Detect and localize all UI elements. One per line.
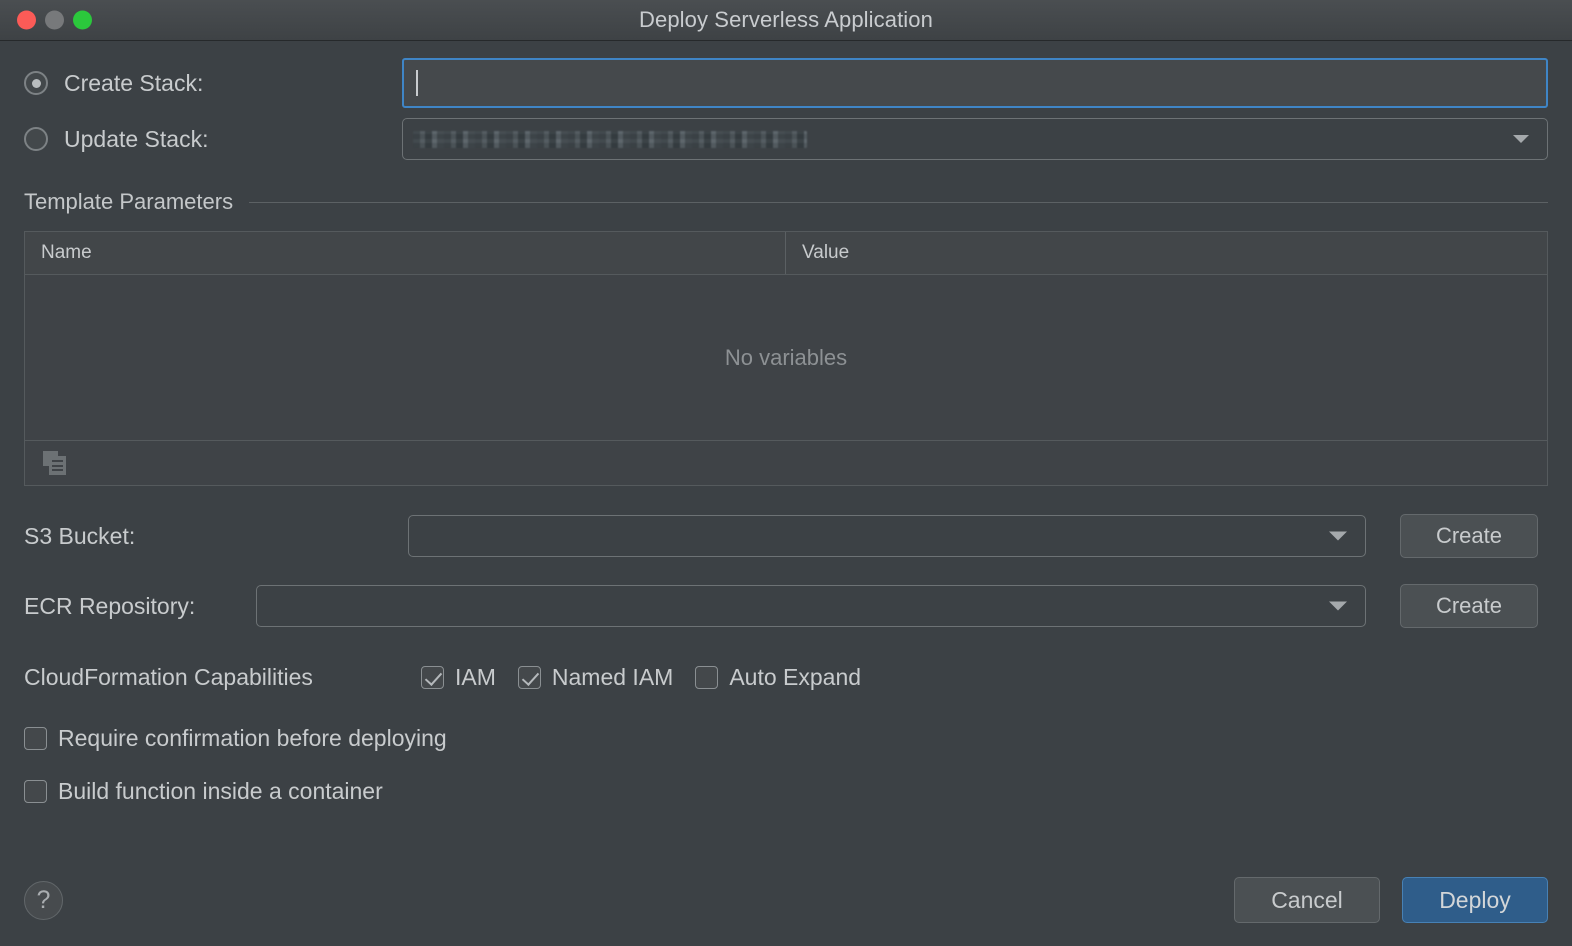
window-titlebar: Deploy Serverless Application: [0, 0, 1572, 41]
cancel-button[interactable]: Cancel: [1234, 877, 1380, 923]
table-empty-message: No variables: [725, 345, 847, 371]
template-parameters-table: Name Value No variables: [24, 231, 1548, 486]
template-parameters-label: Template Parameters: [24, 189, 233, 215]
text-caret: [416, 70, 418, 96]
create-stack-radio[interactable]: [24, 71, 48, 95]
close-button[interactable]: [17, 11, 36, 30]
chevron-down-icon: [1329, 602, 1347, 611]
dialog-body: Create Stack: Update Stack: Template Par…: [0, 55, 1572, 805]
require-confirmation-row[interactable]: Require confirmation before deploying: [24, 725, 1548, 752]
create-stack-input[interactable]: [402, 58, 1548, 108]
build-in-container-row[interactable]: Build function inside a container: [24, 778, 1548, 805]
window-title: Deploy Serverless Application: [0, 7, 1572, 33]
deploy-button[interactable]: Deploy: [1402, 877, 1548, 923]
ecr-repository-combobox[interactable]: [256, 585, 1366, 627]
create-stack-row: Create Stack:: [24, 55, 1548, 111]
capability-named-iam-checkbox[interactable]: [518, 666, 541, 689]
update-stack-radio[interactable]: [24, 127, 48, 151]
build-in-container-label: Build function inside a container: [58, 778, 383, 805]
capability-iam-label: IAM: [455, 664, 496, 691]
s3-bucket-label: S3 Bucket:: [24, 523, 408, 550]
capability-iam-checkbox[interactable]: [421, 666, 444, 689]
minimize-button[interactable]: [45, 11, 64, 30]
capability-named-iam[interactable]: Named IAM: [518, 664, 673, 691]
s3-bucket-combobox[interactable]: [408, 515, 1366, 557]
capability-auto-expand-checkbox[interactable]: [695, 666, 718, 689]
zoom-button[interactable]: [73, 11, 92, 30]
capability-named-iam-label: Named IAM: [552, 664, 673, 691]
copy-icon[interactable]: [43, 451, 67, 475]
table-header-row: Name Value: [25, 232, 1547, 275]
require-confirmation-checkbox[interactable]: [24, 727, 47, 750]
s3-bucket-row: S3 Bucket: Create: [24, 514, 1548, 558]
capability-auto-expand[interactable]: Auto Expand: [695, 664, 861, 691]
update-stack-selected-value-redacted: [413, 131, 807, 148]
chevron-down-icon: [1513, 135, 1529, 143]
table-toolbar: [25, 441, 1547, 485]
update-stack-row: Update Stack:: [24, 111, 1548, 167]
help-icon[interactable]: ?: [24, 881, 63, 920]
template-parameters-header: Template Parameters: [24, 189, 1548, 215]
deploy-serverless-application-dialog: Deploy Serverless Application Create Sta…: [0, 0, 1572, 946]
ecr-repository-row: ECR Repository: Create: [24, 584, 1548, 628]
window-controls: [17, 11, 92, 30]
ecr-repository-create-button[interactable]: Create: [1400, 584, 1538, 628]
update-stack-combobox[interactable]: [402, 118, 1548, 160]
cloudformation-capabilities-row: CloudFormation Capabilities IAM Named IA…: [24, 664, 1548, 691]
create-stack-label: Create Stack:: [64, 70, 402, 97]
chevron-down-icon: [1329, 532, 1347, 541]
column-header-value[interactable]: Value: [786, 232, 1547, 274]
section-divider: [249, 202, 1548, 203]
table-body: No variables: [25, 275, 1547, 441]
build-in-container-checkbox[interactable]: [24, 780, 47, 803]
require-confirmation-label: Require confirmation before deploying: [58, 725, 447, 752]
dialog-footer: ? Cancel Deploy: [0, 854, 1572, 946]
column-header-name[interactable]: Name: [25, 232, 786, 274]
capability-auto-expand-label: Auto Expand: [729, 664, 861, 691]
capability-iam[interactable]: IAM: [421, 664, 496, 691]
cloudformation-capabilities-label: CloudFormation Capabilities: [24, 664, 421, 691]
s3-bucket-create-button[interactable]: Create: [1400, 514, 1538, 558]
update-stack-label: Update Stack:: [64, 126, 402, 153]
ecr-repository-label: ECR Repository:: [24, 593, 256, 620]
